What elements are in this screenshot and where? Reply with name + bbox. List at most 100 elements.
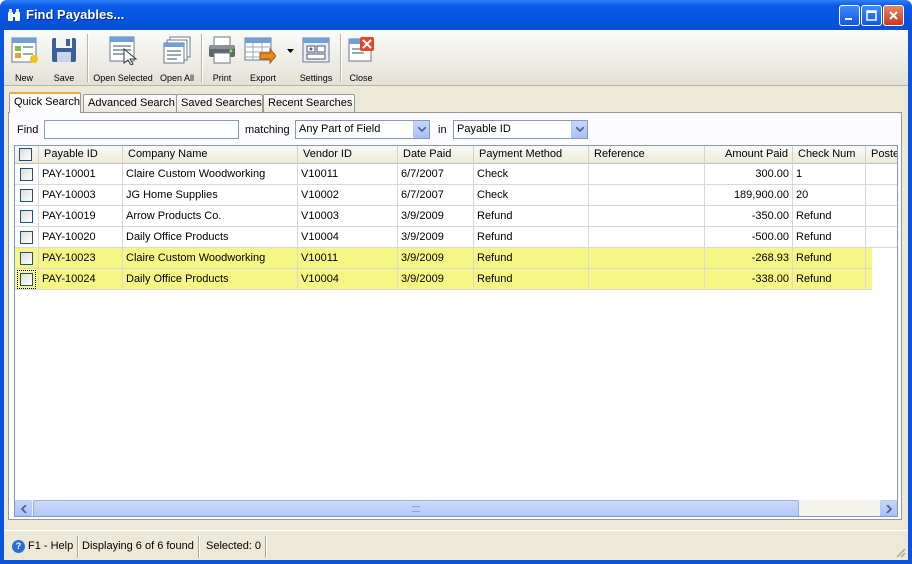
cell-company-name: JG Home Supplies bbox=[123, 185, 298, 206]
table-row[interactable]: PAY-10003 JG Home Supplies V10002 6/7/20… bbox=[15, 185, 897, 206]
scrollbar-thumb[interactable] bbox=[33, 500, 799, 516]
matching-select[interactable]: Any Part of Field bbox=[295, 120, 430, 139]
table-row[interactable]: PAY-10024 Daily Office Products V10004 3… bbox=[15, 269, 872, 290]
column-header-company-name[interactable]: Company Name bbox=[123, 146, 298, 164]
find-label: Find bbox=[17, 124, 39, 136]
cell-check-num: 1 bbox=[793, 164, 866, 185]
cell-amount-paid: -500.00 bbox=[705, 227, 793, 248]
save-button[interactable]: Save bbox=[46, 33, 82, 85]
cell-payable-id: PAY-10023 bbox=[39, 248, 123, 269]
cell-payable-id: PAY-10020 bbox=[39, 227, 123, 248]
table-row[interactable]: PAY-10001 Claire Custom Woodworking V100… bbox=[15, 164, 897, 185]
cell-date-paid: 3/9/2009 bbox=[398, 206, 474, 227]
close-button[interactable]: Close bbox=[344, 33, 378, 85]
cell-payable-id: PAY-10019 bbox=[39, 206, 123, 227]
header-checkbox-cell bbox=[15, 146, 39, 164]
cell-posted bbox=[866, 185, 897, 206]
column-header-reference[interactable]: Reference bbox=[589, 146, 705, 164]
export-label: Export bbox=[249, 73, 276, 83]
row-checkbox[interactable] bbox=[20, 189, 33, 202]
cell-amount-paid: -268.93 bbox=[705, 248, 793, 269]
help-icon: ? bbox=[12, 539, 25, 553]
search-field-value: Payable ID bbox=[457, 123, 511, 135]
cell-vendor-id: V10004 bbox=[298, 227, 398, 248]
row-checkbox-cell bbox=[15, 248, 39, 269]
column-header-amount-paid[interactable]: Amount Paid bbox=[705, 146, 793, 164]
cell-company-name: Claire Custom Woodworking bbox=[123, 248, 298, 269]
row-checkbox-cell bbox=[15, 206, 39, 227]
scroll-right-button[interactable] bbox=[880, 500, 897, 516]
chevron-down-icon[interactable] bbox=[287, 49, 294, 54]
cell-vendor-id: V10002 bbox=[298, 185, 398, 206]
floppy-disk-icon bbox=[52, 38, 76, 62]
table-row[interactable]: PAY-10020 Daily Office Products V10004 3… bbox=[15, 227, 897, 248]
open-selected-icon bbox=[109, 36, 138, 65]
settings-button[interactable]: Settings bbox=[296, 33, 336, 85]
row-checkbox[interactable] bbox=[20, 210, 33, 223]
maximize-button[interactable] bbox=[861, 5, 882, 26]
export-icon bbox=[244, 37, 276, 65]
tab-quick-search[interactable]: Quick Search bbox=[9, 92, 81, 113]
open-all-icon bbox=[163, 36, 191, 64]
cell-date-paid: 6/7/2007 bbox=[398, 164, 474, 185]
row-checkbox-cell bbox=[15, 185, 39, 206]
help-panel[interactable]: ? F1 - Help bbox=[8, 536, 79, 558]
tab-recent-searches[interactable]: Recent Searches bbox=[263, 94, 355, 112]
cell-payment-method: Refund bbox=[474, 269, 589, 290]
row-checkbox[interactable] bbox=[20, 168, 33, 181]
cell-payment-method: Refund bbox=[474, 248, 589, 269]
row-checkbox[interactable] bbox=[20, 252, 33, 265]
resize-grip-icon[interactable] bbox=[894, 546, 906, 558]
chevron-down-icon bbox=[576, 127, 584, 132]
cell-reference bbox=[589, 248, 705, 269]
cell-date-paid: 3/9/2009 bbox=[398, 248, 474, 269]
select-all-checkbox[interactable] bbox=[19, 148, 32, 161]
title-bar[interactable]: Find Payables... bbox=[0, 0, 912, 30]
row-checkbox[interactable] bbox=[17, 270, 36, 289]
horizontal-scrollbar[interactable] bbox=[15, 500, 897, 516]
cell-amount-paid: 189,900.00 bbox=[705, 185, 793, 206]
grid-header: Payable ID Company Name Vendor ID Date P… bbox=[15, 146, 897, 164]
tab-advanced-search[interactable]: Advanced Search bbox=[83, 94, 177, 112]
row-checkbox-cell bbox=[15, 164, 39, 185]
row-checkbox[interactable] bbox=[20, 231, 33, 244]
column-header-posted[interactable]: Poste bbox=[866, 146, 897, 164]
maximize-icon bbox=[866, 10, 877, 21]
table-row[interactable]: PAY-10023 Claire Custom Woodworking V100… bbox=[15, 248, 872, 269]
cell-payment-method: Refund bbox=[474, 227, 589, 248]
chevron-down-icon bbox=[418, 127, 426, 132]
open-all-button[interactable]: Open All bbox=[156, 33, 198, 85]
column-header-payment-method[interactable]: Payment Method bbox=[474, 146, 589, 164]
column-header-check-num[interactable]: Check Num bbox=[793, 146, 866, 164]
column-header-payable-id[interactable]: Payable ID bbox=[39, 146, 123, 164]
matching-dropdown-button[interactable] bbox=[413, 121, 429, 138]
cell-vendor-id: V10003 bbox=[298, 206, 398, 227]
cell-date-paid: 3/9/2009 bbox=[398, 227, 474, 248]
minimize-button[interactable] bbox=[839, 5, 860, 26]
new-button[interactable]: New bbox=[6, 33, 42, 85]
cell-payable-id: PAY-10001 bbox=[39, 164, 123, 185]
cell-amount-paid: 300.00 bbox=[705, 164, 793, 185]
close-window-button[interactable] bbox=[883, 5, 904, 26]
cell-check-num: Refund bbox=[793, 227, 866, 248]
search-field-dropdown-button[interactable] bbox=[571, 121, 587, 138]
tab-saved-searches[interactable]: Saved Searches bbox=[176, 94, 263, 112]
column-header-vendor-id[interactable]: Vendor ID bbox=[298, 146, 398, 164]
table-row[interactable]: PAY-10019 Arrow Products Co. V10003 3/9/… bbox=[15, 206, 897, 227]
find-payables-window: Find Payables... New Save Open Selected … bbox=[0, 0, 912, 564]
chevron-right-icon bbox=[886, 505, 892, 513]
in-label: in bbox=[438, 124, 447, 136]
search-field-select[interactable]: Payable ID bbox=[453, 120, 588, 139]
open-selected-button[interactable]: Open Selected bbox=[92, 33, 154, 85]
close-label: Close bbox=[349, 73, 373, 83]
print-button[interactable]: Print bbox=[205, 33, 239, 85]
close-document-icon bbox=[348, 37, 374, 62]
cell-company-name: Daily Office Products bbox=[123, 227, 298, 248]
cell-company-name: Arrow Products Co. bbox=[123, 206, 298, 227]
scroll-left-button[interactable] bbox=[15, 500, 32, 516]
window-title: Find Payables... bbox=[26, 7, 125, 22]
cell-reference bbox=[589, 185, 705, 206]
export-button[interactable]: Export bbox=[243, 33, 294, 85]
find-input[interactable] bbox=[44, 120, 239, 139]
column-header-date-paid[interactable]: Date Paid bbox=[398, 146, 474, 164]
